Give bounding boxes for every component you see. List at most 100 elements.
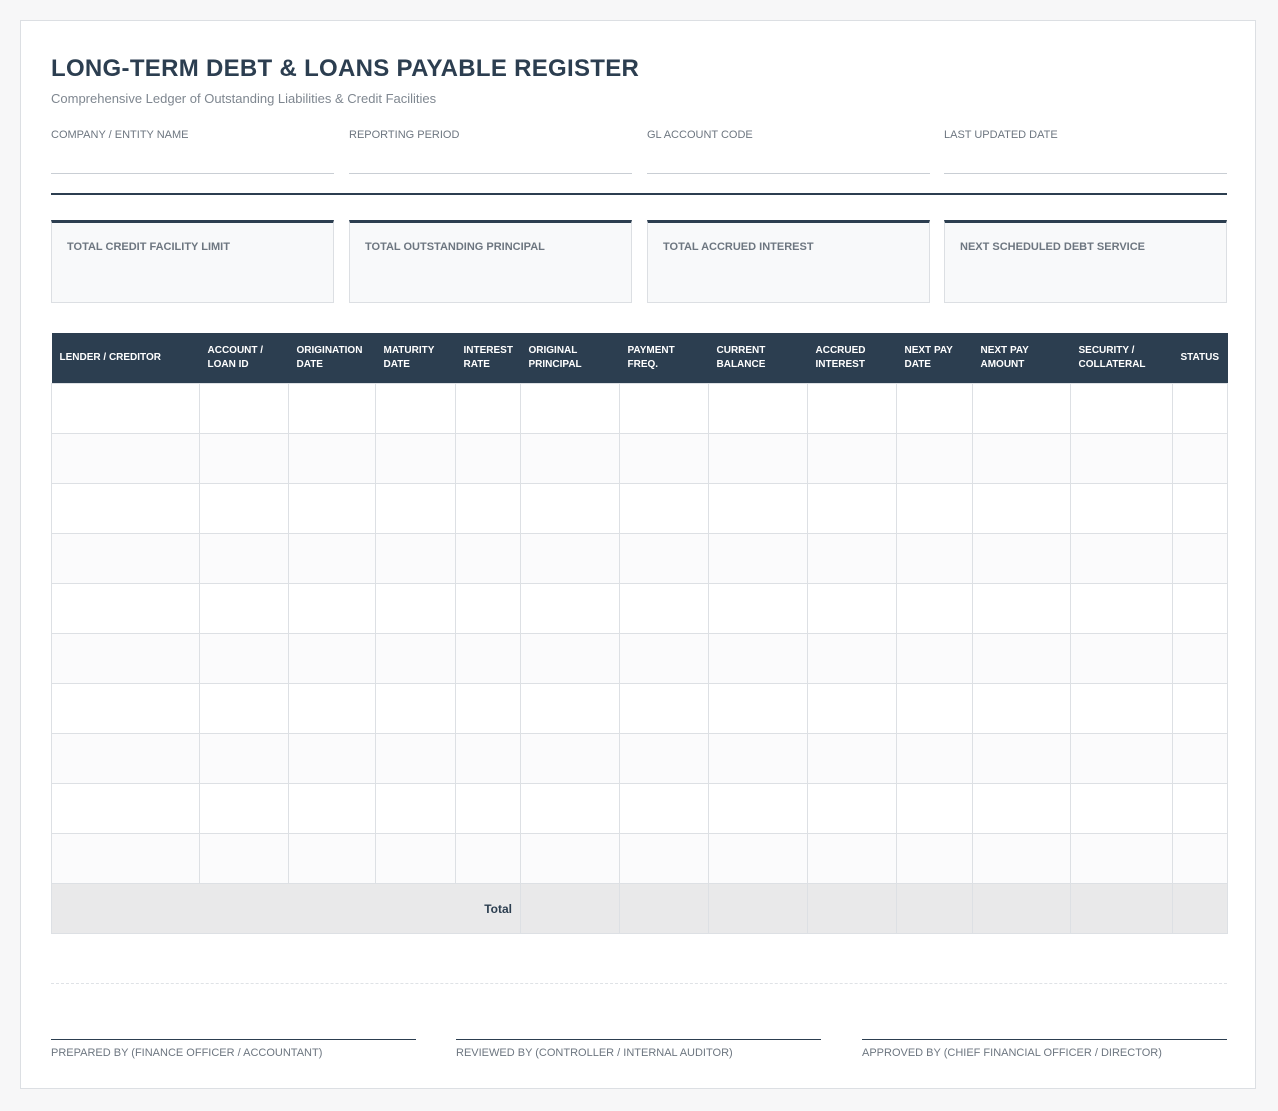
table-cell[interactable] (199, 733, 289, 784)
table-cell[interactable] (455, 783, 521, 834)
table-cell[interactable] (455, 833, 521, 884)
table-cell[interactable] (619, 683, 709, 734)
table-cell[interactable] (520, 533, 620, 584)
table-cell[interactable] (807, 383, 897, 434)
card-total-outstanding-principal[interactable]: TOTAL OUTSTANDING PRINCIPAL (349, 220, 632, 303)
table-cell[interactable] (455, 433, 521, 484)
table-cell[interactable] (896, 583, 973, 634)
table-cell[interactable] (1070, 833, 1173, 884)
table-cell[interactable] (896, 733, 973, 784)
table-cell[interactable] (288, 733, 376, 784)
table-cell[interactable] (199, 583, 289, 634)
table-cell[interactable] (807, 583, 897, 634)
table-cell[interactable] (972, 483, 1071, 534)
total-cell[interactable] (896, 883, 973, 934)
table-cell[interactable] (520, 633, 620, 684)
table-cell[interactable] (1172, 583, 1228, 634)
table-cell[interactable] (807, 633, 897, 684)
table-cell[interactable] (1172, 383, 1228, 434)
table-cell[interactable] (199, 483, 289, 534)
table-cell[interactable] (455, 683, 521, 734)
total-cell[interactable] (708, 883, 808, 934)
table-cell[interactable] (1070, 533, 1173, 584)
table-cell[interactable] (1070, 783, 1173, 834)
table-cell[interactable] (619, 533, 709, 584)
table-cell[interactable] (520, 683, 620, 734)
table-cell[interactable] (1070, 633, 1173, 684)
table-cell[interactable] (807, 683, 897, 734)
table-cell[interactable] (520, 383, 620, 434)
table-cell[interactable] (972, 433, 1071, 484)
table-cell[interactable] (896, 683, 973, 734)
table-cell[interactable] (375, 433, 456, 484)
table-cell[interactable] (375, 583, 456, 634)
table-cell[interactable] (708, 833, 808, 884)
table-cell[interactable] (972, 783, 1071, 834)
table-cell[interactable] (896, 383, 973, 434)
table-cell[interactable] (896, 533, 973, 584)
table-cell[interactable] (708, 483, 808, 534)
table-cell[interactable] (896, 783, 973, 834)
total-cell[interactable] (1172, 883, 1228, 934)
table-cell[interactable] (288, 633, 376, 684)
table-cell[interactable] (807, 833, 897, 884)
table-cell[interactable] (199, 533, 289, 584)
table-cell[interactable] (708, 633, 808, 684)
table-cell[interactable] (199, 433, 289, 484)
table-cell[interactable] (1172, 733, 1228, 784)
total-cell[interactable] (1070, 883, 1173, 934)
table-cell[interactable] (520, 433, 620, 484)
table-cell[interactable] (1172, 783, 1228, 834)
total-cell[interactable] (972, 883, 1071, 934)
table-cell[interactable] (619, 783, 709, 834)
table-cell[interactable] (708, 383, 808, 434)
table-cell[interactable] (455, 733, 521, 784)
reporting-period-field[interactable]: REPORTING PERIOD (349, 129, 632, 174)
table-cell[interactable] (51, 833, 200, 884)
table-cell[interactable] (1070, 683, 1173, 734)
table-cell[interactable] (896, 833, 973, 884)
table-cell[interactable] (520, 783, 620, 834)
table-cell[interactable] (51, 383, 200, 434)
table-cell[interactable] (288, 783, 376, 834)
table-cell[interactable] (619, 433, 709, 484)
table-cell[interactable] (619, 483, 709, 534)
table-cell[interactable] (288, 583, 376, 634)
table-cell[interactable] (807, 783, 897, 834)
table-cell[interactable] (51, 483, 200, 534)
table-cell[interactable] (455, 483, 521, 534)
table-cell[interactable] (1172, 633, 1228, 684)
table-cell[interactable] (520, 733, 620, 784)
table-cell[interactable] (375, 383, 456, 434)
table-cell[interactable] (1172, 433, 1228, 484)
table-cell[interactable] (807, 483, 897, 534)
table-cell[interactable] (972, 683, 1071, 734)
table-cell[interactable] (619, 633, 709, 684)
table-cell[interactable] (199, 683, 289, 734)
table-cell[interactable] (455, 633, 521, 684)
signature-reviewed-by[interactable]: REVIEWED BY (CONTROLLER / INTERNAL AUDIT… (456, 1039, 821, 1070)
table-cell[interactable] (708, 683, 808, 734)
table-cell[interactable] (520, 833, 620, 884)
total-cell[interactable] (520, 883, 620, 934)
table-cell[interactable] (199, 383, 289, 434)
table-cell[interactable] (288, 483, 376, 534)
table-cell[interactable] (1070, 433, 1173, 484)
table-cell[interactable] (375, 783, 456, 834)
table-cell[interactable] (1070, 383, 1173, 434)
table-cell[interactable] (807, 733, 897, 784)
table-cell[interactable] (51, 783, 200, 834)
table-cell[interactable] (807, 433, 897, 484)
table-cell[interactable] (375, 533, 456, 584)
table-cell[interactable] (375, 483, 456, 534)
last-updated-date-field[interactable]: LAST UPDATED DATE (944, 129, 1227, 174)
table-cell[interactable] (619, 833, 709, 884)
table-cell[interactable] (708, 733, 808, 784)
table-cell[interactable] (896, 633, 973, 684)
table-cell[interactable] (51, 433, 200, 484)
table-cell[interactable] (51, 733, 200, 784)
total-cell[interactable] (619, 883, 709, 934)
table-cell[interactable] (288, 683, 376, 734)
total-cell[interactable] (807, 883, 897, 934)
table-cell[interactable] (896, 433, 973, 484)
